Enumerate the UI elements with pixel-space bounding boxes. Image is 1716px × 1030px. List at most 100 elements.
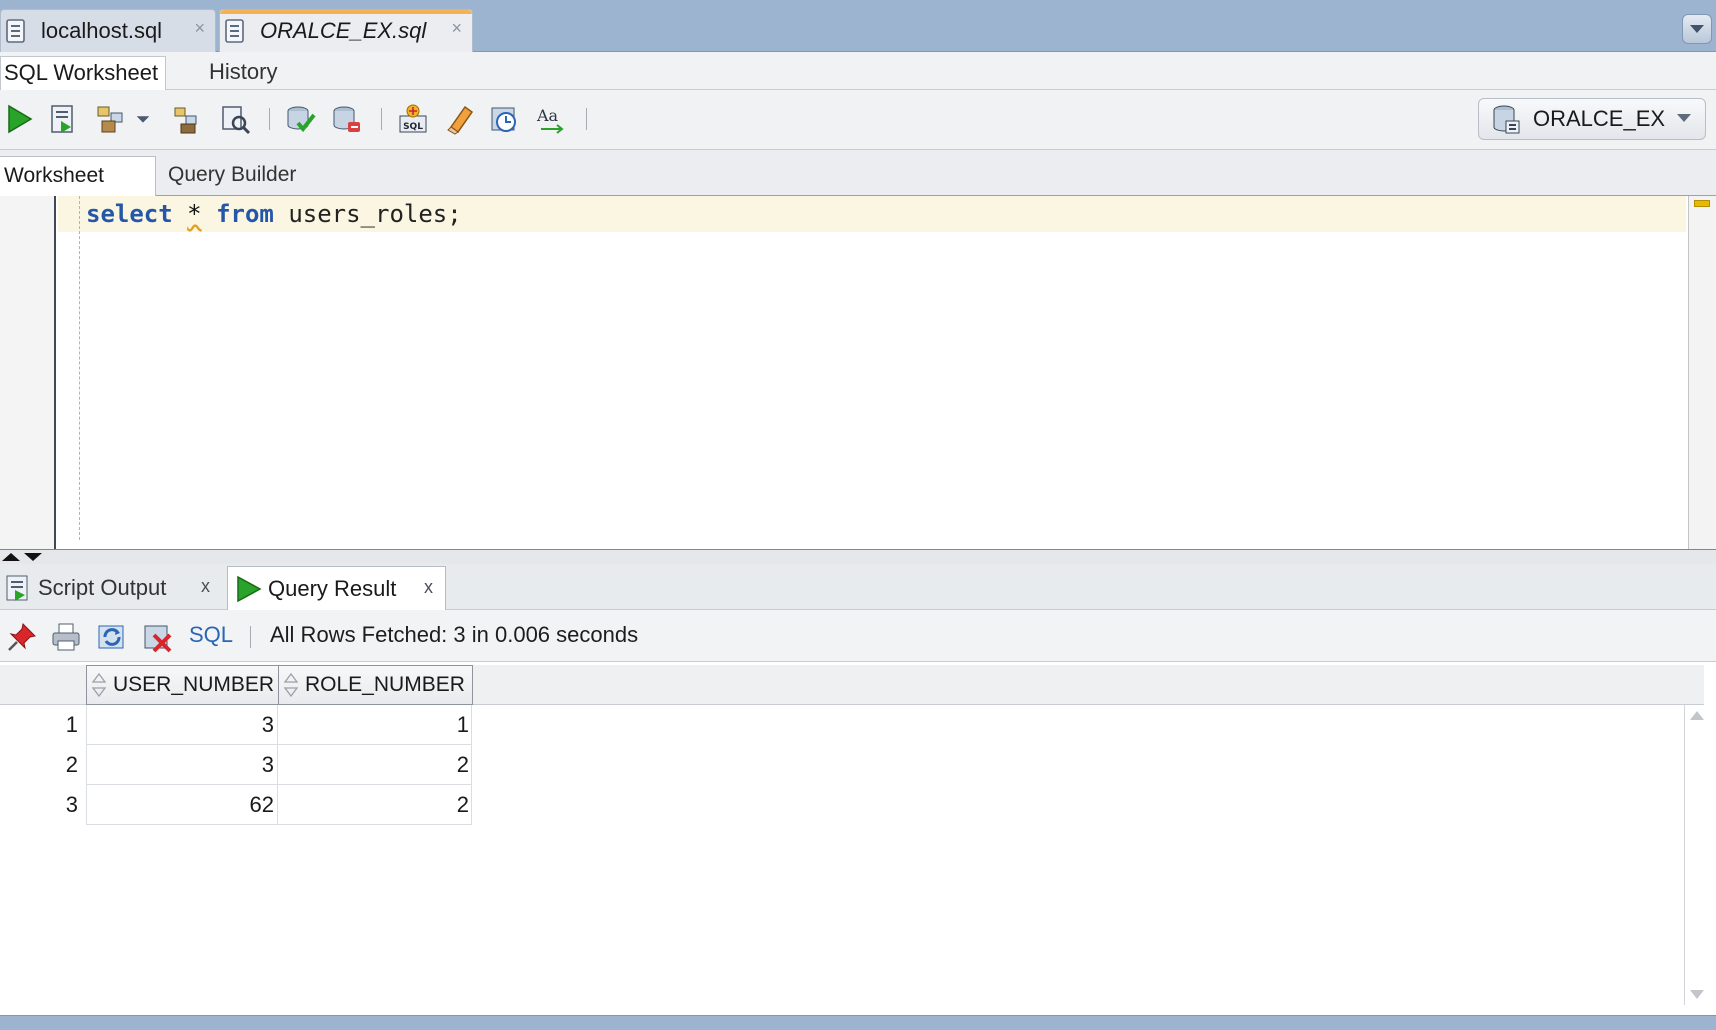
user-number-cell[interactable]: 3 <box>86 705 278 745</box>
database-connection-icon <box>1493 105 1520 134</box>
toolbar-separator <box>381 108 382 130</box>
file-tab-label: localhost.sql <box>41 18 163 43</box>
column-header-user-number[interactable]: USER_NUMBER <box>86 665 279 705</box>
editor-scrollbar[interactable] <box>1688 196 1716 549</box>
unshared-sql-worksheet-button[interactable]: SQL <box>396 102 430 136</box>
table-row[interactable]: 2 3 2 <box>0 745 472 785</box>
file-tab-oralce-ex[interactable]: ORALCE_EX.sql × <box>219 9 473 52</box>
worksheet-view-tabs: SQL Worksheet History <box>0 52 1716 90</box>
sort-icon <box>283 672 299 698</box>
print-icon <box>52 623 80 651</box>
warning-marker[interactable] <box>1694 200 1710 207</box>
refresh-button[interactable] <box>95 620 129 654</box>
run-script-icon <box>51 105 73 133</box>
toolbar-separator <box>250 626 251 648</box>
query-result-grid: USER_NUMBER ROLE_NUMBER 1 3 1 2 3 2 3 62… <box>0 662 1716 1015</box>
column-header-label: ROLE_NUMBER <box>305 673 465 696</box>
cancel-query-button[interactable] <box>141 620 175 654</box>
close-tab-icon[interactable]: x <box>424 577 433 598</box>
script-output-icon <box>6 575 28 601</box>
svg-text:SQL: SQL <box>403 122 423 132</box>
commit-button[interactable] <box>283 102 317 136</box>
sql-file-icon <box>6 19 25 43</box>
close-tab-icon[interactable]: × <box>451 18 462 39</box>
column-header-label: USER_NUMBER <box>113 673 275 696</box>
sql-history-button[interactable] <box>488 102 522 136</box>
run-statement-icon <box>237 575 262 602</box>
row-number: 2 <box>0 745 86 785</box>
tab-script-output[interactable]: Script Output x <box>4 566 222 610</box>
file-tab-label: ORALCE_EX.sql <box>260 18 427 43</box>
clear-button[interactable] <box>442 102 476 136</box>
rollback-icon <box>333 106 360 132</box>
user-number-cell[interactable]: 3 <box>86 745 278 785</box>
rollback-button[interactable] <box>329 102 363 136</box>
autotrace-button[interactable] <box>93 102 127 136</box>
worksheet-toolbar: SQL Aa ORALCE_EX <box>0 90 1716 150</box>
table-row[interactable]: 1 3 1 <box>0 705 472 745</box>
svg-text:Aa: Aa <box>536 106 559 125</box>
expand-up-icon[interactable] <box>2 553 20 561</box>
tab-worksheet[interactable]: Worksheet <box>0 156 156 196</box>
sql-link[interactable]: SQL <box>189 622 233 648</box>
print-button[interactable] <box>49 620 83 654</box>
fetch-status-text: All Rows Fetched: 3 in 0.006 seconds <box>270 622 639 647</box>
table-name-text: users_roles; <box>288 200 462 228</box>
explain-plan-button[interactable] <box>171 102 205 136</box>
sql-editor[interactable]: select * from users_roles; <box>0 196 1716 550</box>
sql-code-line[interactable]: select * from users_roles; <box>86 199 462 229</box>
sql-tuning-icon <box>222 106 251 135</box>
keyword-from: from <box>216 200 274 228</box>
close-tab-icon[interactable]: × <box>194 18 205 39</box>
explain-plan-icon <box>174 107 197 134</box>
column-header-role-number[interactable]: ROLE_NUMBER <box>278 665 473 705</box>
sql-file-icon <box>225 19 244 43</box>
connection-selector[interactable]: ORALCE_EX <box>1478 98 1706 140</box>
table-row[interactable]: 3 62 2 <box>0 785 472 825</box>
toolbar-separator <box>586 108 587 130</box>
unshared-sql-icon: SQL <box>399 104 427 133</box>
tab-label: Script Output <box>38 575 167 600</box>
role-number-cell[interactable]: 1 <box>278 705 472 745</box>
grid-header-row: USER_NUMBER ROLE_NUMBER <box>0 665 1704 705</box>
run-statement-button[interactable] <box>2 102 36 136</box>
grid-scrollbar[interactable] <box>1684 705 1708 1005</box>
chevron-down-icon <box>1690 25 1704 33</box>
close-tab-icon[interactable]: x <box>201 576 210 597</box>
star-operator: * <box>187 200 202 228</box>
autotrace-dropdown-icon <box>136 116 150 123</box>
pane-splitter[interactable] <box>0 550 1716 564</box>
role-number-cell[interactable]: 2 <box>278 785 472 825</box>
row-number: 3 <box>0 785 86 825</box>
commit-icon <box>287 106 316 133</box>
output-tabs: Script Output x Query Result x <box>0 564 1716 610</box>
tab-sql-worksheet[interactable]: SQL Worksheet <box>0 56 166 90</box>
tab-label: Query Result <box>268 575 397 601</box>
tab-query-result[interactable]: Query Result x <box>227 566 446 610</box>
tab-query-builder[interactable]: Query Builder <box>168 156 296 196</box>
file-tab-localhost[interactable]: localhost.sql × <box>0 9 216 52</box>
row-number: 1 <box>0 705 86 745</box>
expand-down-icon[interactable] <box>24 553 42 561</box>
tab-history[interactable]: History <box>206 56 280 90</box>
editor-mode-tabs: Worksheet Query Builder <box>0 150 1716 196</box>
cancel-query-icon <box>144 625 172 653</box>
clear-eraser-icon <box>447 105 474 135</box>
sql-history-icon <box>491 107 516 132</box>
sql-tuning-advisor-button[interactable] <box>218 102 252 136</box>
tab-list-dropdown-button[interactable] <box>1682 14 1712 44</box>
file-tab-bar: localhost.sql × ORALCE_EX.sql × <box>0 0 1716 52</box>
format-case-button[interactable]: Aa <box>534 102 568 136</box>
autotrace-dropdown-button[interactable] <box>133 102 153 136</box>
pin-icon <box>8 622 37 651</box>
run-script-button[interactable] <box>46 102 80 136</box>
keyword-select: select <box>86 200 173 228</box>
autotrace-icon <box>97 106 123 133</box>
role-number-cell[interactable]: 2 <box>278 745 472 785</box>
result-toolbar: SQL All Rows Fetched: 3 in 0.006 seconds <box>0 610 1716 662</box>
scroll-down-icon[interactable] <box>1690 990 1704 999</box>
scroll-up-icon[interactable] <box>1690 711 1704 720</box>
user-number-cell[interactable]: 62 <box>86 785 278 825</box>
chevron-down-icon <box>1677 114 1691 122</box>
pin-button[interactable] <box>5 620 39 654</box>
